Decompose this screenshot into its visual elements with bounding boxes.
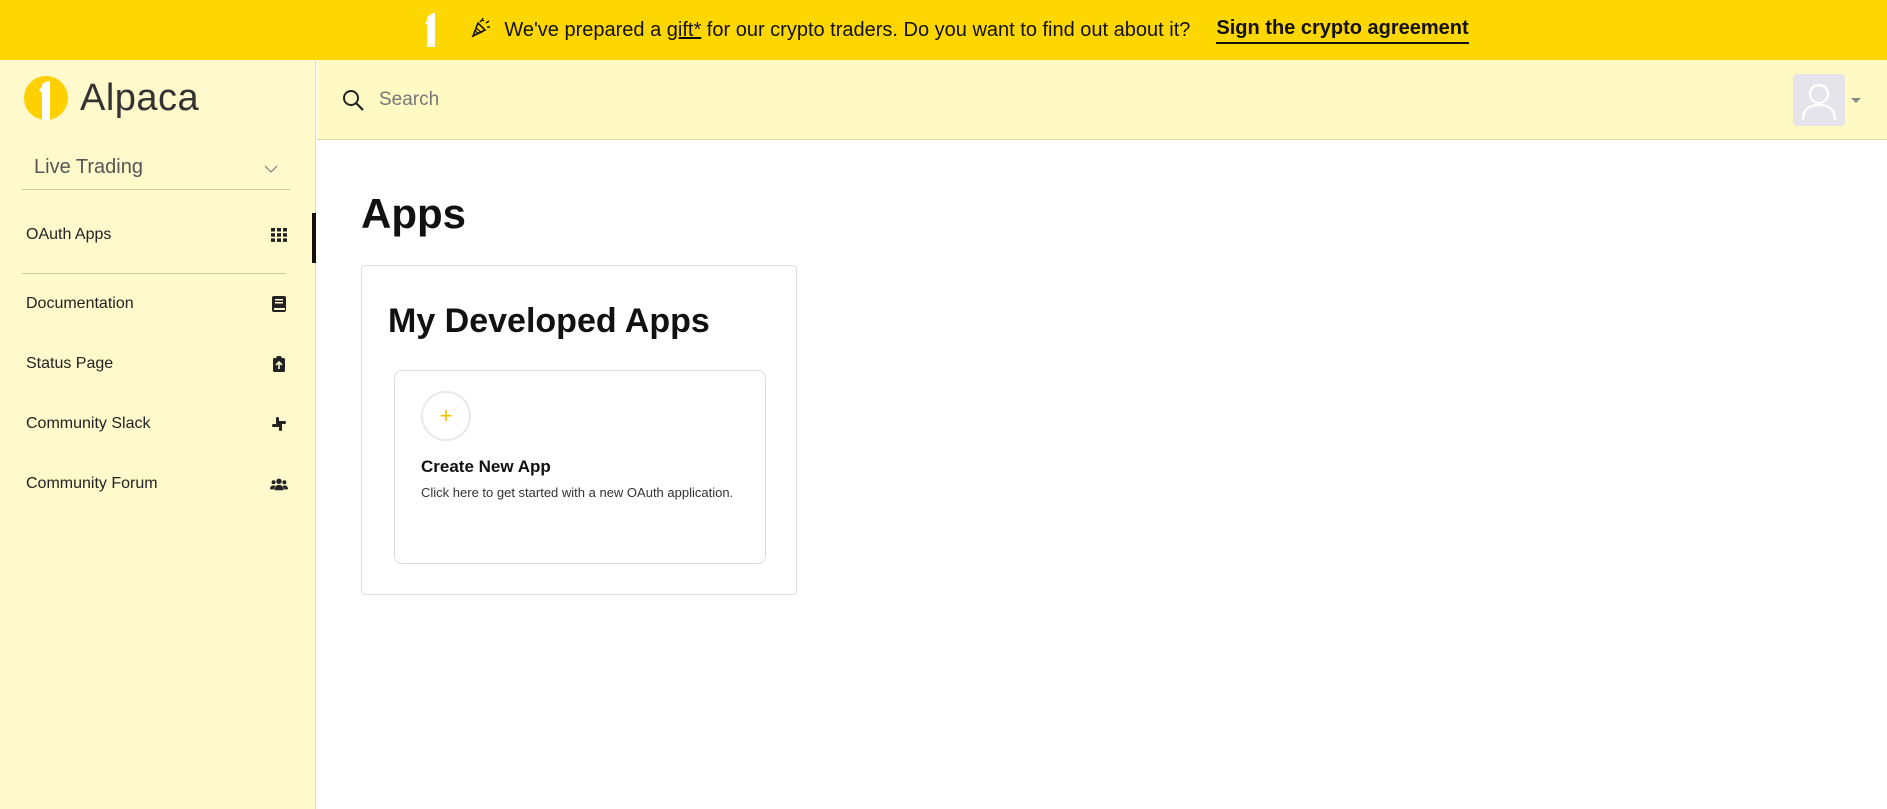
search-input[interactable] (379, 80, 979, 120)
environment-select[interactable]: Live Trading (22, 146, 290, 190)
sidebar-item-label: Community Forum (26, 475, 158, 492)
sidebar-item-documentation[interactable]: Documentation (0, 282, 316, 326)
book-icon (270, 295, 288, 313)
sidebar-item-community-slack[interactable]: Community Slack (0, 402, 316, 446)
sidebar-divider (22, 273, 286, 274)
top-bar (317, 60, 1887, 140)
user-icon (1801, 83, 1837, 121)
brand-logo[interactable]: Alpaca (24, 76, 199, 120)
user-menu[interactable] (1793, 74, 1861, 126)
banner-text-before: We've prepared a (504, 18, 662, 41)
alpaca-logo-icon (418, 13, 444, 47)
developed-apps-panel: My Developed Apps + Create New App Click… (361, 265, 797, 595)
environment-select-value: Live Trading (34, 156, 143, 178)
users-icon (270, 475, 288, 493)
clipboard-icon (270, 355, 288, 373)
sidebar-item-oauth-apps[interactable]: OAuth Apps (0, 213, 316, 263)
sidebar-item-label: OAuth Apps (26, 226, 112, 243)
sidebar-item-community-forum[interactable]: Community Forum (0, 462, 316, 506)
party-popper-icon (470, 16, 492, 44)
sidebar-item-label: Status Page (26, 355, 114, 372)
search-icon (341, 88, 365, 117)
card-description: Click here to get started with a new OAu… (421, 485, 734, 500)
promo-banner: We've prepared a gift* for our crypto tr… (0, 0, 1887, 60)
sidebar: Alpaca Live Trading OAuth Apps Documenta… (0, 60, 316, 809)
sidebar-item-label: Community Slack (26, 415, 151, 432)
sign-crypto-agreement-link[interactable]: Sign the crypto agreement (1216, 17, 1469, 44)
card-title: Create New App (421, 457, 551, 476)
caret-down-icon (1851, 97, 1861, 103)
sidebar-item-label: Documentation (26, 295, 134, 312)
plus-icon: + (421, 391, 471, 441)
chevron-down-icon (264, 160, 278, 176)
slack-icon (270, 415, 288, 433)
alpaca-logo-icon (24, 76, 68, 120)
avatar (1793, 74, 1845, 126)
banner-message: We've prepared a gift* for our crypto tr… (504, 19, 1190, 42)
gift-link[interactable]: gift* (667, 19, 701, 42)
grid-icon (270, 226, 288, 244)
banner-text-after: for our crypto traders. Do you want to f… (706, 18, 1191, 41)
create-new-app-card[interactable]: + Create New App Click here to get start… (394, 370, 766, 564)
page-title: Apps (361, 190, 466, 237)
brand-name: Alpaca (80, 76, 200, 119)
panel-title: My Developed Apps (388, 302, 710, 340)
sidebar-item-status-page[interactable]: Status Page (0, 342, 316, 386)
